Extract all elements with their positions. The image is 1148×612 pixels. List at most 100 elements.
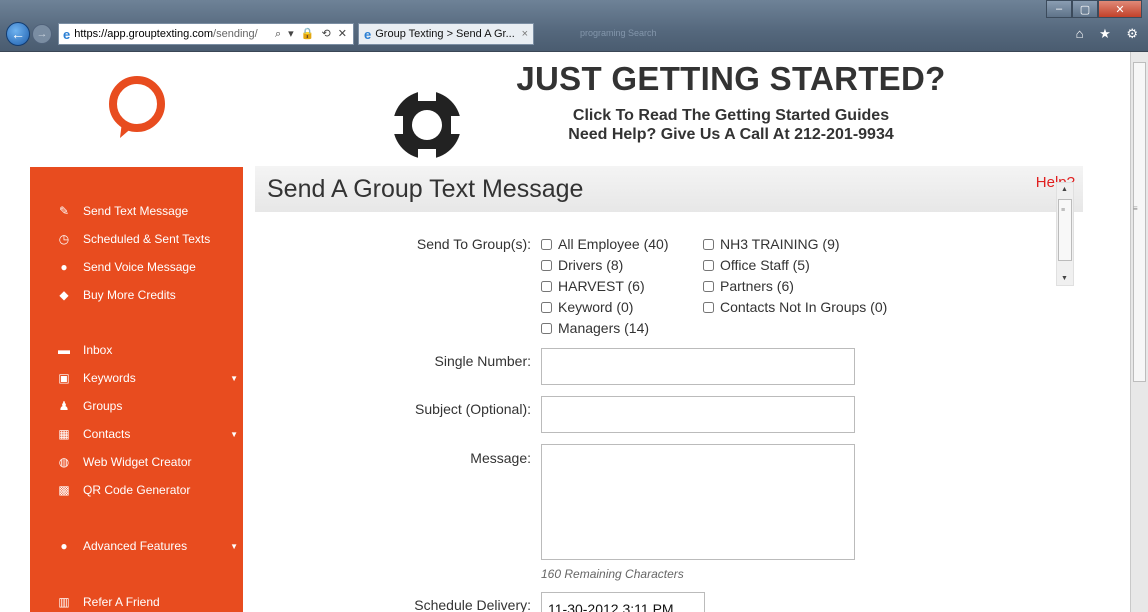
grip-icon: ≡ xyxy=(1061,207,1066,214)
checkbox[interactable] xyxy=(541,301,552,313)
message-textarea[interactable] xyxy=(541,444,855,560)
group-label: HARVEST (6) xyxy=(558,278,645,294)
single-number-input[interactable] xyxy=(541,348,855,385)
page-title: Send A Group Text Message xyxy=(267,175,584,203)
credits-icon: ◆ xyxy=(59,288,69,302)
group-label: Office Staff (5) xyxy=(720,257,810,273)
sidebar-item-contacts[interactable]: ▦ Contacts ▼ xyxy=(54,424,240,444)
toolbar-icons[interactable]: ⌂ ★ ⚙ xyxy=(1076,26,1144,42)
address-tools-icons[interactable]: ⌕ ▾ 🔒 ⟲ ✕ xyxy=(275,27,349,41)
lifebuoy-icon[interactable] xyxy=(388,86,466,164)
minimize-button[interactable]: – xyxy=(1046,0,1072,18)
group-checkbox[interactable]: Drivers (8) xyxy=(541,257,623,273)
sidebar-item-scheduled-sent[interactable]: ◷ Scheduled & Sent Texts xyxy=(54,229,240,249)
group-checkbox[interactable]: NH3 TRAINING (9) xyxy=(703,236,840,252)
sidebar-item-qr-code[interactable]: ▩ QR Code Generator xyxy=(54,480,240,500)
sidebar-item-label: QR Code Generator xyxy=(83,483,191,497)
chevron-down-icon[interactable]: ▼ xyxy=(230,542,238,551)
sidebar-item-label: Buy More Credits xyxy=(83,288,176,302)
subject-input[interactable] xyxy=(541,396,855,433)
message-label: Message: xyxy=(470,450,531,466)
groups-scrollbar[interactable]: ▲ ≡ ▼ xyxy=(1056,182,1074,286)
checkbox[interactable] xyxy=(541,322,552,334)
sidebar-item-label: Inbox xyxy=(83,343,113,357)
sidebar-item-voice-message[interactable]: ● Send Voice Message xyxy=(54,257,240,277)
group-checkbox[interactable]: Contacts Not In Groups (0) xyxy=(703,299,887,315)
globe-icon: ◍ xyxy=(58,455,70,469)
address-bar[interactable]: e https://app.grouptexting.com /sending/… xyxy=(58,23,354,45)
sidebar-item-refer-friend[interactable]: ▥ Refer A Friend xyxy=(54,592,240,612)
lightbulb-icon: ● xyxy=(60,539,68,553)
page-scroll-thumb[interactable] xyxy=(1133,62,1146,382)
navigation-row: ← → e https://app.grouptexting.com /send… xyxy=(6,22,534,46)
qr-code-icon: ▩ xyxy=(58,483,70,497)
web-page: JUST GETTING STARTED? Click To Read The … xyxy=(0,52,1130,612)
checkbox[interactable] xyxy=(703,301,714,313)
group-checkbox[interactable]: Managers (14) xyxy=(541,320,649,336)
browser-tab[interactable]: e Group Texting > Send A Gr... × xyxy=(358,23,534,45)
sidebar-item-label: Send Voice Message xyxy=(83,260,196,274)
forward-button[interactable]: → xyxy=(32,24,52,44)
maximize-button[interactable]: ▢ xyxy=(1072,0,1098,18)
building-icon: ▥ xyxy=(58,595,70,609)
checkbox[interactable] xyxy=(703,259,714,271)
banner-guides-link[interactable]: Click To Read The Getting Started Guides xyxy=(506,106,956,125)
forward-arrow-icon: → xyxy=(36,28,48,40)
sidebar-item-inbox[interactable]: ▬ Inbox xyxy=(54,340,240,360)
sidebar-item-send-text[interactable]: ✎ Send Text Message xyxy=(54,201,240,221)
group-checkbox[interactable]: Keyword (0) xyxy=(541,299,633,315)
group-checkbox[interactable]: All Employee (40) xyxy=(541,236,669,252)
schedule-delivery-input[interactable]: 11-30-2012 3:11 PM xyxy=(541,592,705,612)
sidebar-item-keywords[interactable]: ▣ Keywords ▼ xyxy=(54,368,240,388)
checkbox[interactable] xyxy=(703,238,714,250)
sidebar-menu: ✎ Send Text Message ◷ Scheduled & Sent T… xyxy=(30,167,243,612)
sidebar-item-label: Web Widget Creator xyxy=(83,455,192,469)
group-label: Contacts Not In Groups (0) xyxy=(720,299,888,315)
schedule-delivery-label: Schedule Delivery: xyxy=(414,597,531,612)
window-controls: – ▢ ✕ xyxy=(1046,0,1142,18)
sidebar-item-advanced-features[interactable]: ● Advanced Features ▼ xyxy=(54,536,240,556)
url-path: /sending/ xyxy=(213,28,258,40)
speech-bubble-icon: ● xyxy=(60,260,68,274)
scroll-down-icon[interactable]: ▼ xyxy=(1061,275,1068,282)
remaining-characters: 160 Remaining Characters xyxy=(541,567,684,581)
tab-close-icon[interactable]: × xyxy=(522,28,528,40)
page-scrollbar[interactable]: ≡ xyxy=(1130,52,1148,612)
pencil-icon: ✎ xyxy=(58,204,70,218)
group-label: Keyword (0) xyxy=(558,299,634,315)
ie-logo-icon: e xyxy=(63,26,71,42)
sidebar-item-web-widget[interactable]: ◍ Web Widget Creator xyxy=(54,452,240,472)
page-title-bar: Send A Group Text Message Help? xyxy=(255,166,1083,212)
back-button[interactable]: ← xyxy=(6,22,30,46)
banner-subtitle[interactable]: Click To Read The Getting Started Guides… xyxy=(506,106,956,144)
grouptexting-logo-icon[interactable] xyxy=(104,74,170,140)
group-label: NH3 TRAINING (9) xyxy=(720,236,840,252)
background-tab-text: programing Search xyxy=(580,28,657,38)
close-window-button[interactable]: ✕ xyxy=(1098,0,1142,18)
tab-title: Group Texting > Send A Gr... xyxy=(375,28,515,40)
send-to-groups-label: Send To Group(s): xyxy=(416,236,531,252)
sidebar-item-groups[interactable]: ♟ Groups xyxy=(54,396,240,416)
sidebar-item-label: Advanced Features xyxy=(83,539,188,553)
group-checkbox[interactable]: HARVEST (6) xyxy=(541,278,645,294)
banner-title[interactable]: JUST GETTING STARTED? xyxy=(506,60,956,98)
checkbox[interactable] xyxy=(541,238,552,250)
group-checkbox[interactable]: Office Staff (5) xyxy=(703,257,810,273)
people-icon: ♟ xyxy=(58,399,70,413)
checkbox[interactable] xyxy=(541,259,552,271)
group-label: All Employee (40) xyxy=(558,236,669,252)
sidebar-item-buy-credits[interactable]: ◆ Buy More Credits xyxy=(54,285,240,305)
single-number-label: Single Number: xyxy=(434,353,532,369)
browser-chrome: – ▢ ✕ ← → e https://app.grouptexting.com… xyxy=(0,0,1148,52)
sidebar-item-label: Refer A Friend xyxy=(83,595,160,609)
sidebar-item-label: Scheduled & Sent Texts xyxy=(83,232,211,246)
sidebar-item-label: Groups xyxy=(83,399,123,413)
chevron-down-icon[interactable]: ▼ xyxy=(230,374,238,383)
scroll-up-icon[interactable]: ▲ xyxy=(1061,186,1068,193)
sidebar-item-label: Send Text Message xyxy=(83,204,189,218)
chevron-down-icon[interactable]: ▼ xyxy=(230,430,238,439)
checkbox[interactable] xyxy=(541,280,552,292)
monitor-icon: ▣ xyxy=(58,371,70,385)
group-checkbox[interactable]: Partners (6) xyxy=(703,278,794,294)
checkbox[interactable] xyxy=(703,280,714,292)
